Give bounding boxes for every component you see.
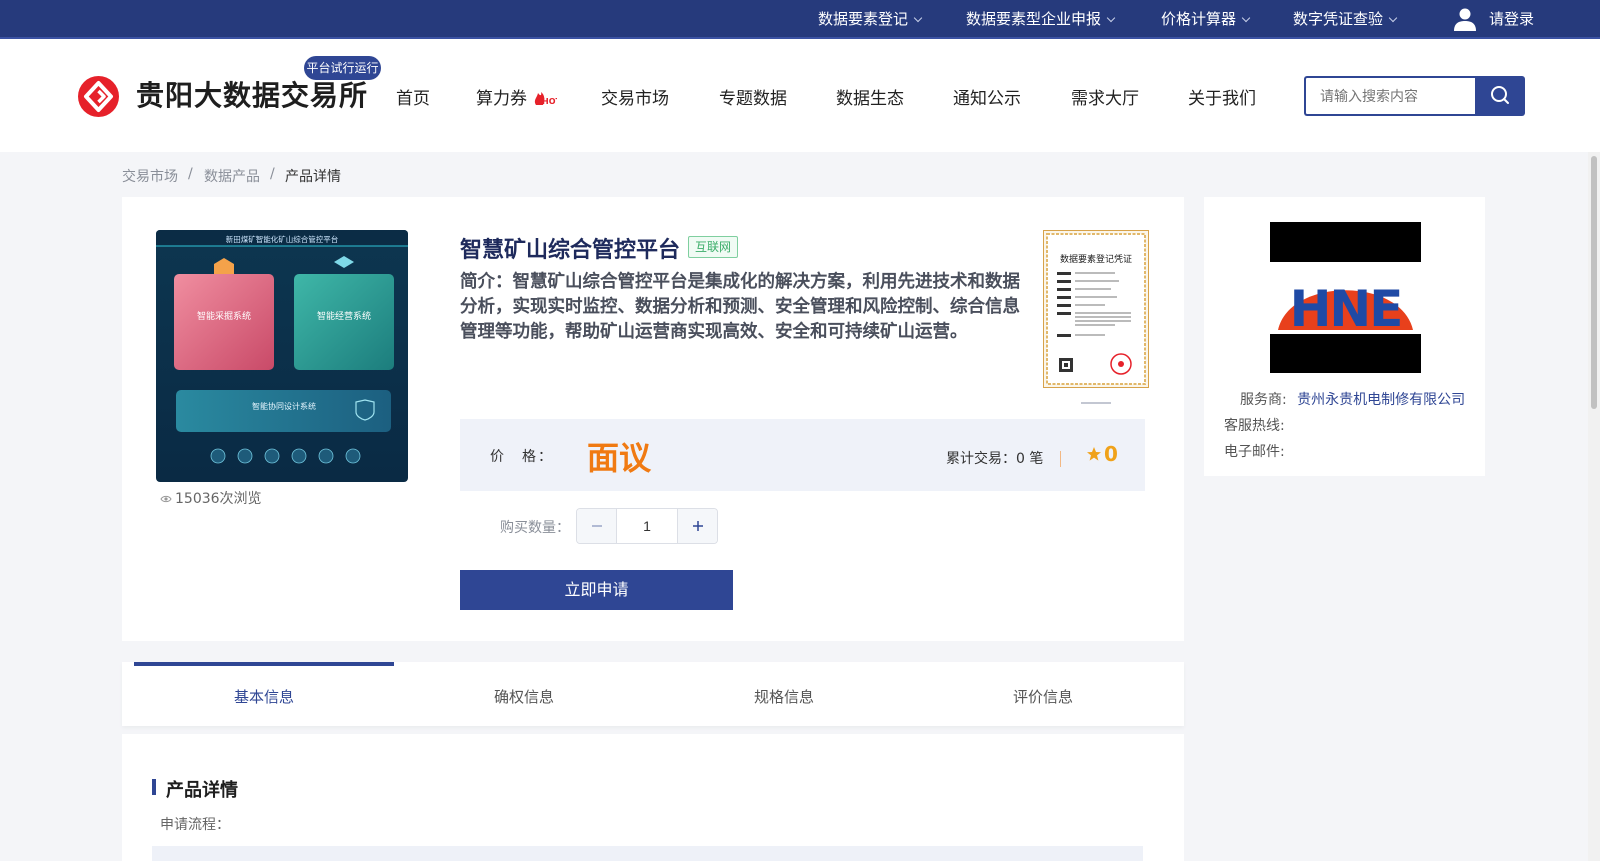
nav-item-about-us[interactable]: 关于我们 xyxy=(1188,84,1256,109)
topbar-link-certificate-check[interactable]: 数字凭证查验 xyxy=(1293,0,1398,39)
hot-flame-icon: HOT xyxy=(534,92,557,106)
exchange-logo-icon[interactable] xyxy=(78,76,119,117)
svg-text:数据要素登记凭证: 数据要素登记凭证 xyxy=(1060,253,1132,265)
tab-spec-info[interactable]: 规格信息 xyxy=(754,686,814,707)
tab-review-info[interactable]: 评价信息 xyxy=(1013,686,1073,707)
vendor-logo[interactable]: HNE xyxy=(1270,222,1421,373)
nav-item-market[interactable]: 交易市场 xyxy=(601,84,669,109)
price-label: 价 格： xyxy=(490,449,554,465)
svg-text:智能采掘系统: 智能采掘系统 xyxy=(197,310,251,322)
eye-icon xyxy=(160,495,172,503)
login-link[interactable]: 请登录 xyxy=(1489,0,1534,39)
breadcrumb-separator: / xyxy=(188,166,193,182)
chevron-down-icon xyxy=(1388,13,1398,23)
breadcrumb-market[interactable]: 交易市场 xyxy=(122,166,178,186)
search-icon xyxy=(1491,86,1509,104)
breadcrumb-product-detail: 产品详情 xyxy=(285,169,341,185)
product-detail-section xyxy=(122,734,1184,861)
svg-text:智能经营系统: 智能经营系统 xyxy=(317,310,371,322)
nav-item-topic-data[interactable]: 专题数据 xyxy=(719,84,787,109)
topbar-link-price-calculator[interactable]: 价格计算器 xyxy=(1161,0,1251,39)
nav-item-compute-voucher[interactable]: 算力券 xyxy=(476,84,527,109)
product-title: 智慧矿山综合管控平台 xyxy=(460,238,681,263)
application-flow-label: 申请流程： xyxy=(160,817,230,833)
hotline-label: 客服热线: xyxy=(1224,418,1285,434)
svg-text:智能协同设计系统: 智能协同设计系统 xyxy=(252,401,316,411)
chevron-down-icon xyxy=(1241,13,1251,23)
price-value: 面议 xyxy=(587,439,652,477)
increase-quantity-button[interactable] xyxy=(677,509,717,543)
topbar-link-enterprise-declaration[interactable]: 数据要素型企业申报 xyxy=(966,0,1116,39)
svg-text:HNE: HNE xyxy=(1290,280,1402,338)
section-accent-bar xyxy=(152,779,156,795)
application-flow-panel xyxy=(152,846,1143,861)
tab-basic-info[interactable]: 基本信息 xyxy=(234,686,294,707)
apply-now-button[interactable]: 立即申请 xyxy=(460,570,733,610)
category-tag: 互联网 xyxy=(688,236,739,258)
provider-row: 服务商: 贵州永贵机电制修有限公司 xyxy=(1240,392,1466,408)
chevron-down-icon xyxy=(913,13,923,23)
top-utility-bar: 数据要素登记 数据要素型企业申报 价格计算器 数字凭证查验 请登录 xyxy=(0,0,1600,39)
certificate-indicator[interactable] xyxy=(1081,402,1111,404)
product-image[interactable]: 新田煤矿智能化矿山综合管控平台 智能采掘系统 智能经营系统 智能协同设计系统 xyxy=(156,230,408,482)
nav-item-data-ecosystem[interactable]: 数据生态 xyxy=(836,84,904,109)
product-description: 简介：智慧矿山综合管控平台是集成化的解决方案，利用先进技术和数据分析，实现实时监… xyxy=(460,272,1020,342)
breadcrumb-separator: / xyxy=(270,166,275,182)
rating-score: 0 xyxy=(1104,442,1118,466)
quantity-input[interactable] xyxy=(617,509,677,543)
search-input[interactable] xyxy=(1304,76,1475,116)
provider-name-link[interactable]: 贵州永贵机电制修有限公司 xyxy=(1297,392,1465,408)
site-logo-text[interactable]: 贵阳大数据交易所 xyxy=(136,74,368,114)
svg-text:新田煤矿智能化矿山综合管控平台: 新田煤矿智能化矿山综合管控平台 xyxy=(226,234,339,244)
page-scrollbar-thumb[interactable] xyxy=(1591,156,1597,409)
trial-run-badge: 平台试行运行 xyxy=(304,56,381,80)
breadcrumb-data-products[interactable]: 数据产品 xyxy=(204,166,260,186)
view-count: 15036次浏览 xyxy=(160,488,262,508)
section-title: 产品详情 xyxy=(166,780,238,801)
quantity-stepper xyxy=(576,508,718,544)
tab-rights-info[interactable]: 确权信息 xyxy=(494,686,554,707)
chevron-down-icon xyxy=(1106,13,1116,23)
cumulative-transactions: 累计交易：0 笔 xyxy=(946,451,1044,467)
svg-text:HOT: HOT xyxy=(542,97,557,106)
email-label: 电子邮件: xyxy=(1224,444,1285,460)
star-icon xyxy=(1087,447,1101,461)
user-icon[interactable] xyxy=(1452,6,1478,32)
nav-item-demand-hall[interactable]: 需求大厅 xyxy=(1071,84,1139,109)
active-tab-indicator xyxy=(134,662,394,666)
minus-icon xyxy=(592,525,602,527)
divider xyxy=(1060,451,1061,467)
plus-icon xyxy=(693,521,703,531)
quantity-label: 购买数量： xyxy=(500,520,570,536)
decrease-quantity-button[interactable] xyxy=(577,509,617,543)
topbar-link-data-registration[interactable]: 数据要素登记 xyxy=(818,0,923,39)
nav-item-notices[interactable]: 通知公示 xyxy=(953,84,1021,109)
registration-certificate-thumbnail[interactable]: 数据要素登记凭证 xyxy=(1043,230,1149,388)
nav-item-home[interactable]: 首页 xyxy=(396,84,430,109)
search-button[interactable] xyxy=(1475,76,1525,116)
